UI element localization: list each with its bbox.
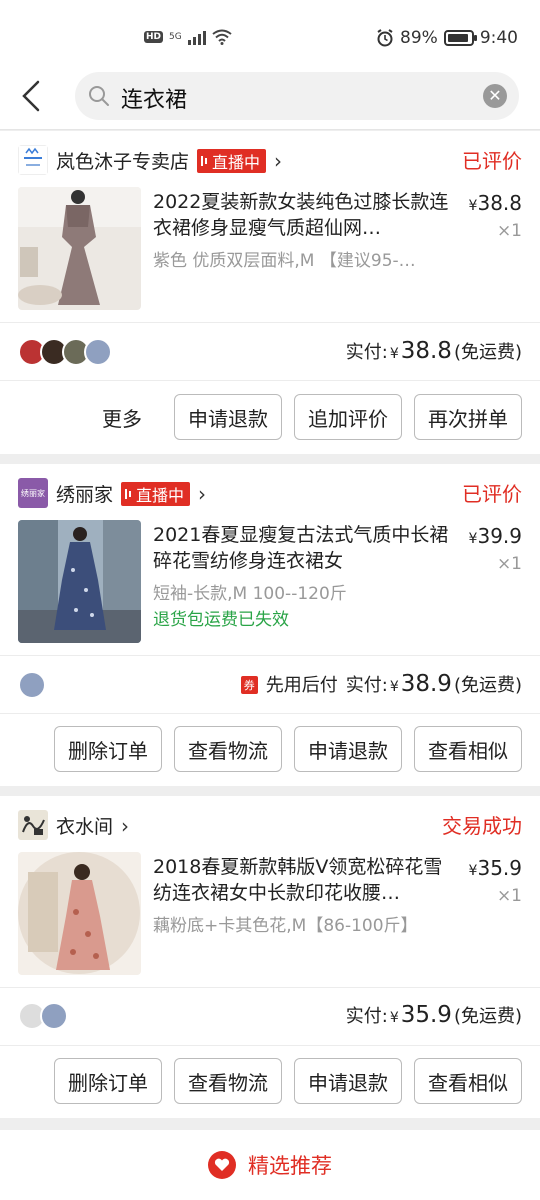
shop-name: 岚色沐子专卖店 (56, 151, 190, 173)
signal-icon (187, 29, 206, 45)
back-arrow-icon[interactable] (18, 78, 48, 114)
view-similar-button[interactable]: 查看相似 (414, 1058, 522, 1104)
shop-name: 绣丽家 (56, 484, 114, 506)
product-price: ¥38.8 (468, 191, 522, 215)
clear-search-icon[interactable]: ✕ (483, 84, 507, 108)
divider (0, 987, 540, 988)
action-buttons: 删除订单 查看物流 申请退款 查看相似 (54, 1058, 522, 1104)
coupon-badge: 券 (240, 676, 258, 694)
search-query[interactable]: 连衣裙 (121, 82, 187, 114)
view-similar-button[interactable]: 查看相似 (414, 726, 522, 772)
product-title[interactable]: 2022夏装新款女装纯色过膝长款连衣裙修身显瘦气质超仙网… (153, 189, 453, 241)
group-avatars (18, 338, 112, 366)
heart-icon (208, 1151, 236, 1179)
reorder-button[interactable]: 再次拼单 (414, 394, 522, 440)
return-shipping-note: 退货包运费已失效 (153, 610, 289, 630)
shop-row[interactable]: 衣水间 › 交易成功 (0, 796, 540, 852)
paid-amount: 实付: ¥ 38.8 (免运费) (345, 338, 522, 364)
product-spec: 短袖-长款,M 100--120斤 (153, 584, 347, 604)
order-status: 已评价 (462, 149, 522, 173)
pay-later: 先用后付 (265, 675, 338, 696)
divider (0, 655, 540, 656)
product-qty: ×1 (496, 886, 522, 906)
search-icon (89, 86, 109, 106)
live-badge[interactable]: 直播中 (197, 148, 267, 173)
order-card-3: 衣水间 › 交易成功 2018春夏新款韩版V领宽松碎花雪纺连衣裙女中长款印花收腰… (0, 796, 540, 1118)
network-type: 5G (169, 32, 182, 42)
product-spec: 藕粉底+卡其色花,M【86-100斤】 (153, 916, 418, 936)
status-bar: HD 5G 89% 9:40 (0, 0, 540, 64)
shop-row[interactable]: 岚色沐子专卖店 直播中 › 已评价 (0, 131, 540, 187)
refund-button[interactable]: 申请退款 (294, 1058, 402, 1104)
chevron-right-icon: › (274, 148, 283, 173)
avatar (18, 671, 46, 699)
battery-icon (443, 30, 477, 46)
shop-name: 衣水间 (56, 816, 114, 838)
product-title[interactable]: 2018春夏新款韩版V领宽松碎花雪纺连衣裙女中长款印花收腰… (153, 854, 453, 906)
product-image[interactable] (18, 520, 141, 643)
product-qty: ×1 (496, 221, 522, 241)
shop-row[interactable]: 绣丽家 绣丽家 直播中 › 已评价 (0, 464, 540, 520)
refund-button[interactable]: 申请退款 (294, 726, 402, 772)
shop-logo (18, 145, 48, 175)
order-card-2: 绣丽家 绣丽家 直播中 › 已评价 2021春夏显瘦复古法式气质中长裙碎花雪纺修… (0, 464, 540, 786)
wifi-icon (212, 29, 232, 45)
order-status: 已评价 (462, 482, 522, 506)
chevron-right-icon: › (198, 481, 207, 506)
avatar (84, 338, 112, 366)
paid-amount: 券 先用后付 实付: ¥ 38.9 (免运费) (240, 671, 522, 697)
recommend-label: 精选推荐 (248, 1154, 332, 1178)
delete-order-button[interactable]: 删除订单 (54, 726, 162, 772)
product-image[interactable] (18, 852, 141, 975)
live-badge[interactable]: 直播中 (121, 481, 191, 506)
refund-button[interactable]: 申请退款 (174, 394, 282, 440)
search-box[interactable]: 连衣裙 ✕ (75, 72, 519, 120)
product-image[interactable] (18, 187, 141, 310)
paid-amount: 实付: ¥ 35.9 (免运费) (345, 1002, 522, 1028)
group-avatars (18, 671, 46, 699)
divider (0, 1045, 540, 1046)
divider (0, 380, 540, 381)
order-status: 交易成功 (442, 814, 522, 838)
shop-logo: 绣丽家 (18, 478, 48, 508)
product-title[interactable]: 2021春夏显瘦复古法式气质中长裙碎花雪纺修身连衣裙女 (153, 522, 453, 574)
hd-badge: HD (144, 31, 164, 43)
track-shipping-button[interactable]: 查看物流 (174, 726, 282, 772)
track-shipping-button[interactable]: 查看物流 (174, 1058, 282, 1104)
shop-logo (18, 810, 48, 840)
live-label: 直播中 (136, 485, 185, 505)
action-buttons: 删除订单 查看物流 申请退款 查看相似 (54, 726, 522, 772)
chevron-right-icon: › (121, 813, 130, 838)
product-price: ¥35.9 (468, 856, 522, 880)
recommend-bar[interactable]: 精选推荐 (0, 1130, 540, 1200)
add-review-button[interactable]: 追加评价 (294, 394, 402, 440)
divider (0, 713, 540, 714)
live-label: 直播中 (212, 152, 261, 172)
clock: 9:40 (479, 28, 518, 48)
group-avatars (18, 1002, 68, 1030)
action-buttons: 更多 申请退款 追加评价 再次拼单 (102, 394, 522, 440)
delete-order-button[interactable]: 删除订单 (54, 1058, 162, 1104)
product-spec: 紫色 优质双层面料,M 【建议95-… (153, 251, 416, 271)
alarm-icon (377, 29, 393, 47)
product-price: ¥39.9 (468, 524, 522, 548)
avatar (40, 1002, 68, 1030)
more-button[interactable]: 更多 (102, 403, 142, 432)
product-qty: ×1 (496, 554, 522, 574)
search-header: 连衣裙 ✕ (0, 64, 540, 130)
divider (0, 322, 540, 323)
battery-percent: 89% (400, 28, 438, 48)
order-card-1: 岚色沐子专卖店 直播中 › 已评价 2022夏装新款女装纯色过膝长款连衣裙修身显… (0, 131, 540, 454)
